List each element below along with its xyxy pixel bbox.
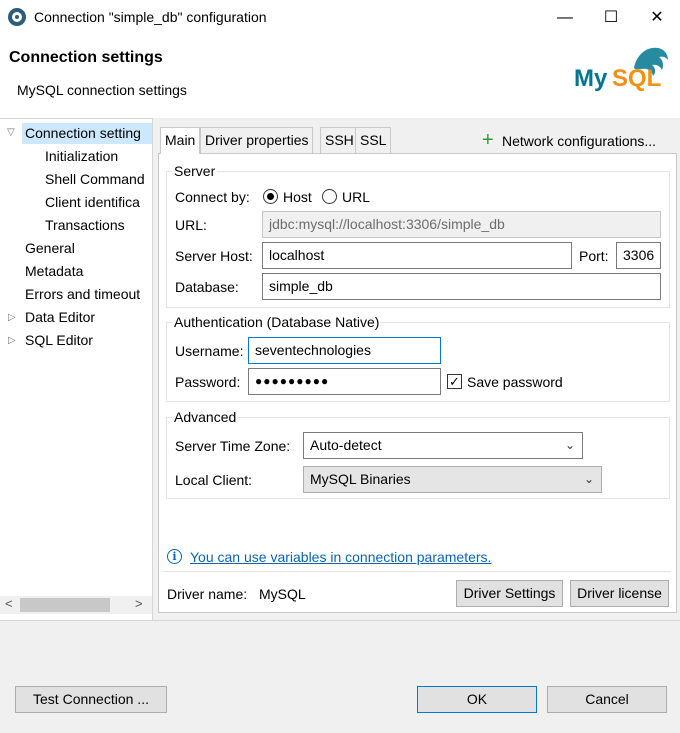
driver-name-value: MySQL — [259, 586, 306, 602]
username-label: Username: — [175, 343, 244, 359]
window-title: Connection "simple_db" configuration — [34, 9, 267, 25]
advanced-group-title: Advanced — [172, 409, 239, 425]
mysql-logo-my: My — [574, 65, 608, 92]
nav-item-transactions[interactable]: Transactions — [45, 217, 125, 233]
port-input[interactable]: 3306 — [616, 242, 661, 269]
chevron-down-icon: ⌄ — [583, 472, 594, 486]
ok-button[interactable]: OK — [417, 686, 537, 713]
server-time-zone-value: Auto-detect — [310, 437, 382, 453]
port-label: Port: — [579, 248, 609, 264]
local-client-label: Local Client: — [175, 472, 253, 488]
settings-nav-tree: ▽ Connection setting Initialization Shel… — [0, 118, 153, 620]
nav-item-errors-and-timeout[interactable]: Errors and timeout — [25, 286, 140, 302]
add-icon[interactable]: + — [482, 129, 494, 151]
page-title: Connection settings — [9, 49, 163, 66]
maximize-button[interactable]: ☐ — [588, 0, 634, 36]
connect-by-label: Connect by: — [175, 189, 250, 205]
url-field[interactable]: jdbc:mysql://localhost:3306/simple_db — [262, 211, 661, 238]
host-radio[interactable] — [263, 189, 278, 204]
bottom-separator — [0, 620, 680, 621]
url-label: URL: — [175, 217, 207, 233]
scroll-left-arrow-icon[interactable]: < — [5, 596, 13, 611]
minimize-button[interactable]: — — [542, 0, 588, 36]
tab-ssh[interactable]: SSH — [320, 127, 359, 153]
save-password-checkbox[interactable]: ✓ — [447, 374, 462, 389]
server-host-label: Server Host: — [175, 248, 253, 264]
collapse-arrow-icon[interactable]: ▽ — [7, 127, 15, 138]
dbeaver-app-icon — [8, 8, 26, 26]
variables-help-link[interactable]: You can use variables in connection para… — [190, 549, 491, 565]
info-icon: i — [167, 549, 182, 564]
tab-main[interactable]: Main — [160, 127, 201, 154]
url-radio-label[interactable]: URL — [342, 189, 370, 205]
tab-driver-properties[interactable]: Driver properties — [200, 127, 314, 153]
server-group-title: Server — [172, 163, 218, 179]
cancel-button[interactable]: Cancel — [547, 686, 667, 713]
expand-arrow-icon[interactable]: ▷ — [8, 312, 16, 323]
driver-name-label: Driver name: — [167, 586, 248, 602]
server-time-zone-label: Server Time Zone: — [175, 438, 291, 454]
scrollbar-thumb[interactable] — [20, 598, 110, 612]
local-client-select[interactable]: MySQL Binaries ⌄ — [303, 466, 602, 493]
nav-item-connection-settings[interactable]: Connection setting — [25, 125, 141, 141]
panel-divider — [163, 571, 671, 572]
nav-item-client-identification[interactable]: Client identifica — [45, 194, 140, 210]
scroll-right-arrow-icon[interactable]: > — [135, 596, 143, 611]
server-time-zone-select[interactable]: Auto-detect ⌄ — [303, 432, 583, 459]
database-input[interactable]: simple_db — [262, 273, 661, 300]
page-subtitle: MySQL connection settings — [17, 82, 187, 98]
server-host-input[interactable]: localhost — [262, 242, 572, 269]
driver-settings-button[interactable]: Driver Settings — [456, 580, 563, 607]
save-password-label[interactable]: Save password — [467, 374, 563, 390]
driver-license-button[interactable]: Driver license — [570, 580, 669, 607]
close-button[interactable]: ✕ — [634, 0, 680, 36]
nav-item-metadata[interactable]: Metadata — [25, 263, 83, 279]
local-client-value: MySQL Binaries — [310, 471, 411, 487]
nav-item-data-editor[interactable]: Data Editor — [25, 309, 95, 325]
host-radio-label[interactable]: Host — [283, 189, 312, 205]
mysql-logo: My SQL — [574, 47, 668, 92]
password-label: Password: — [175, 374, 241, 390]
chevron-down-icon: ⌄ — [564, 438, 575, 452]
expand-arrow-icon[interactable]: ▷ — [8, 335, 16, 346]
url-radio[interactable] — [322, 189, 337, 204]
nav-item-sql-editor[interactable]: SQL Editor — [25, 332, 93, 348]
nav-item-initialization[interactable]: Initialization — [45, 148, 118, 164]
mysql-logo-sql: SQL — [612, 65, 661, 92]
tab-ssl[interactable]: SSL — [355, 127, 392, 153]
authentication-group-title: Authentication (Database Native) — [172, 314, 382, 330]
password-input[interactable]: ●●●●●●●●● — [248, 368, 441, 395]
test-connection-button[interactable]: Test Connection ... — [15, 686, 167, 713]
network-configurations-link[interactable]: Network configurations... — [502, 133, 656, 149]
username-input[interactable]: seventechnologies — [248, 337, 441, 364]
nav-item-general[interactable]: General — [25, 240, 75, 256]
database-label: Database: — [175, 279, 239, 295]
nav-item-shell-command[interactable]: Shell Command — [45, 171, 145, 187]
